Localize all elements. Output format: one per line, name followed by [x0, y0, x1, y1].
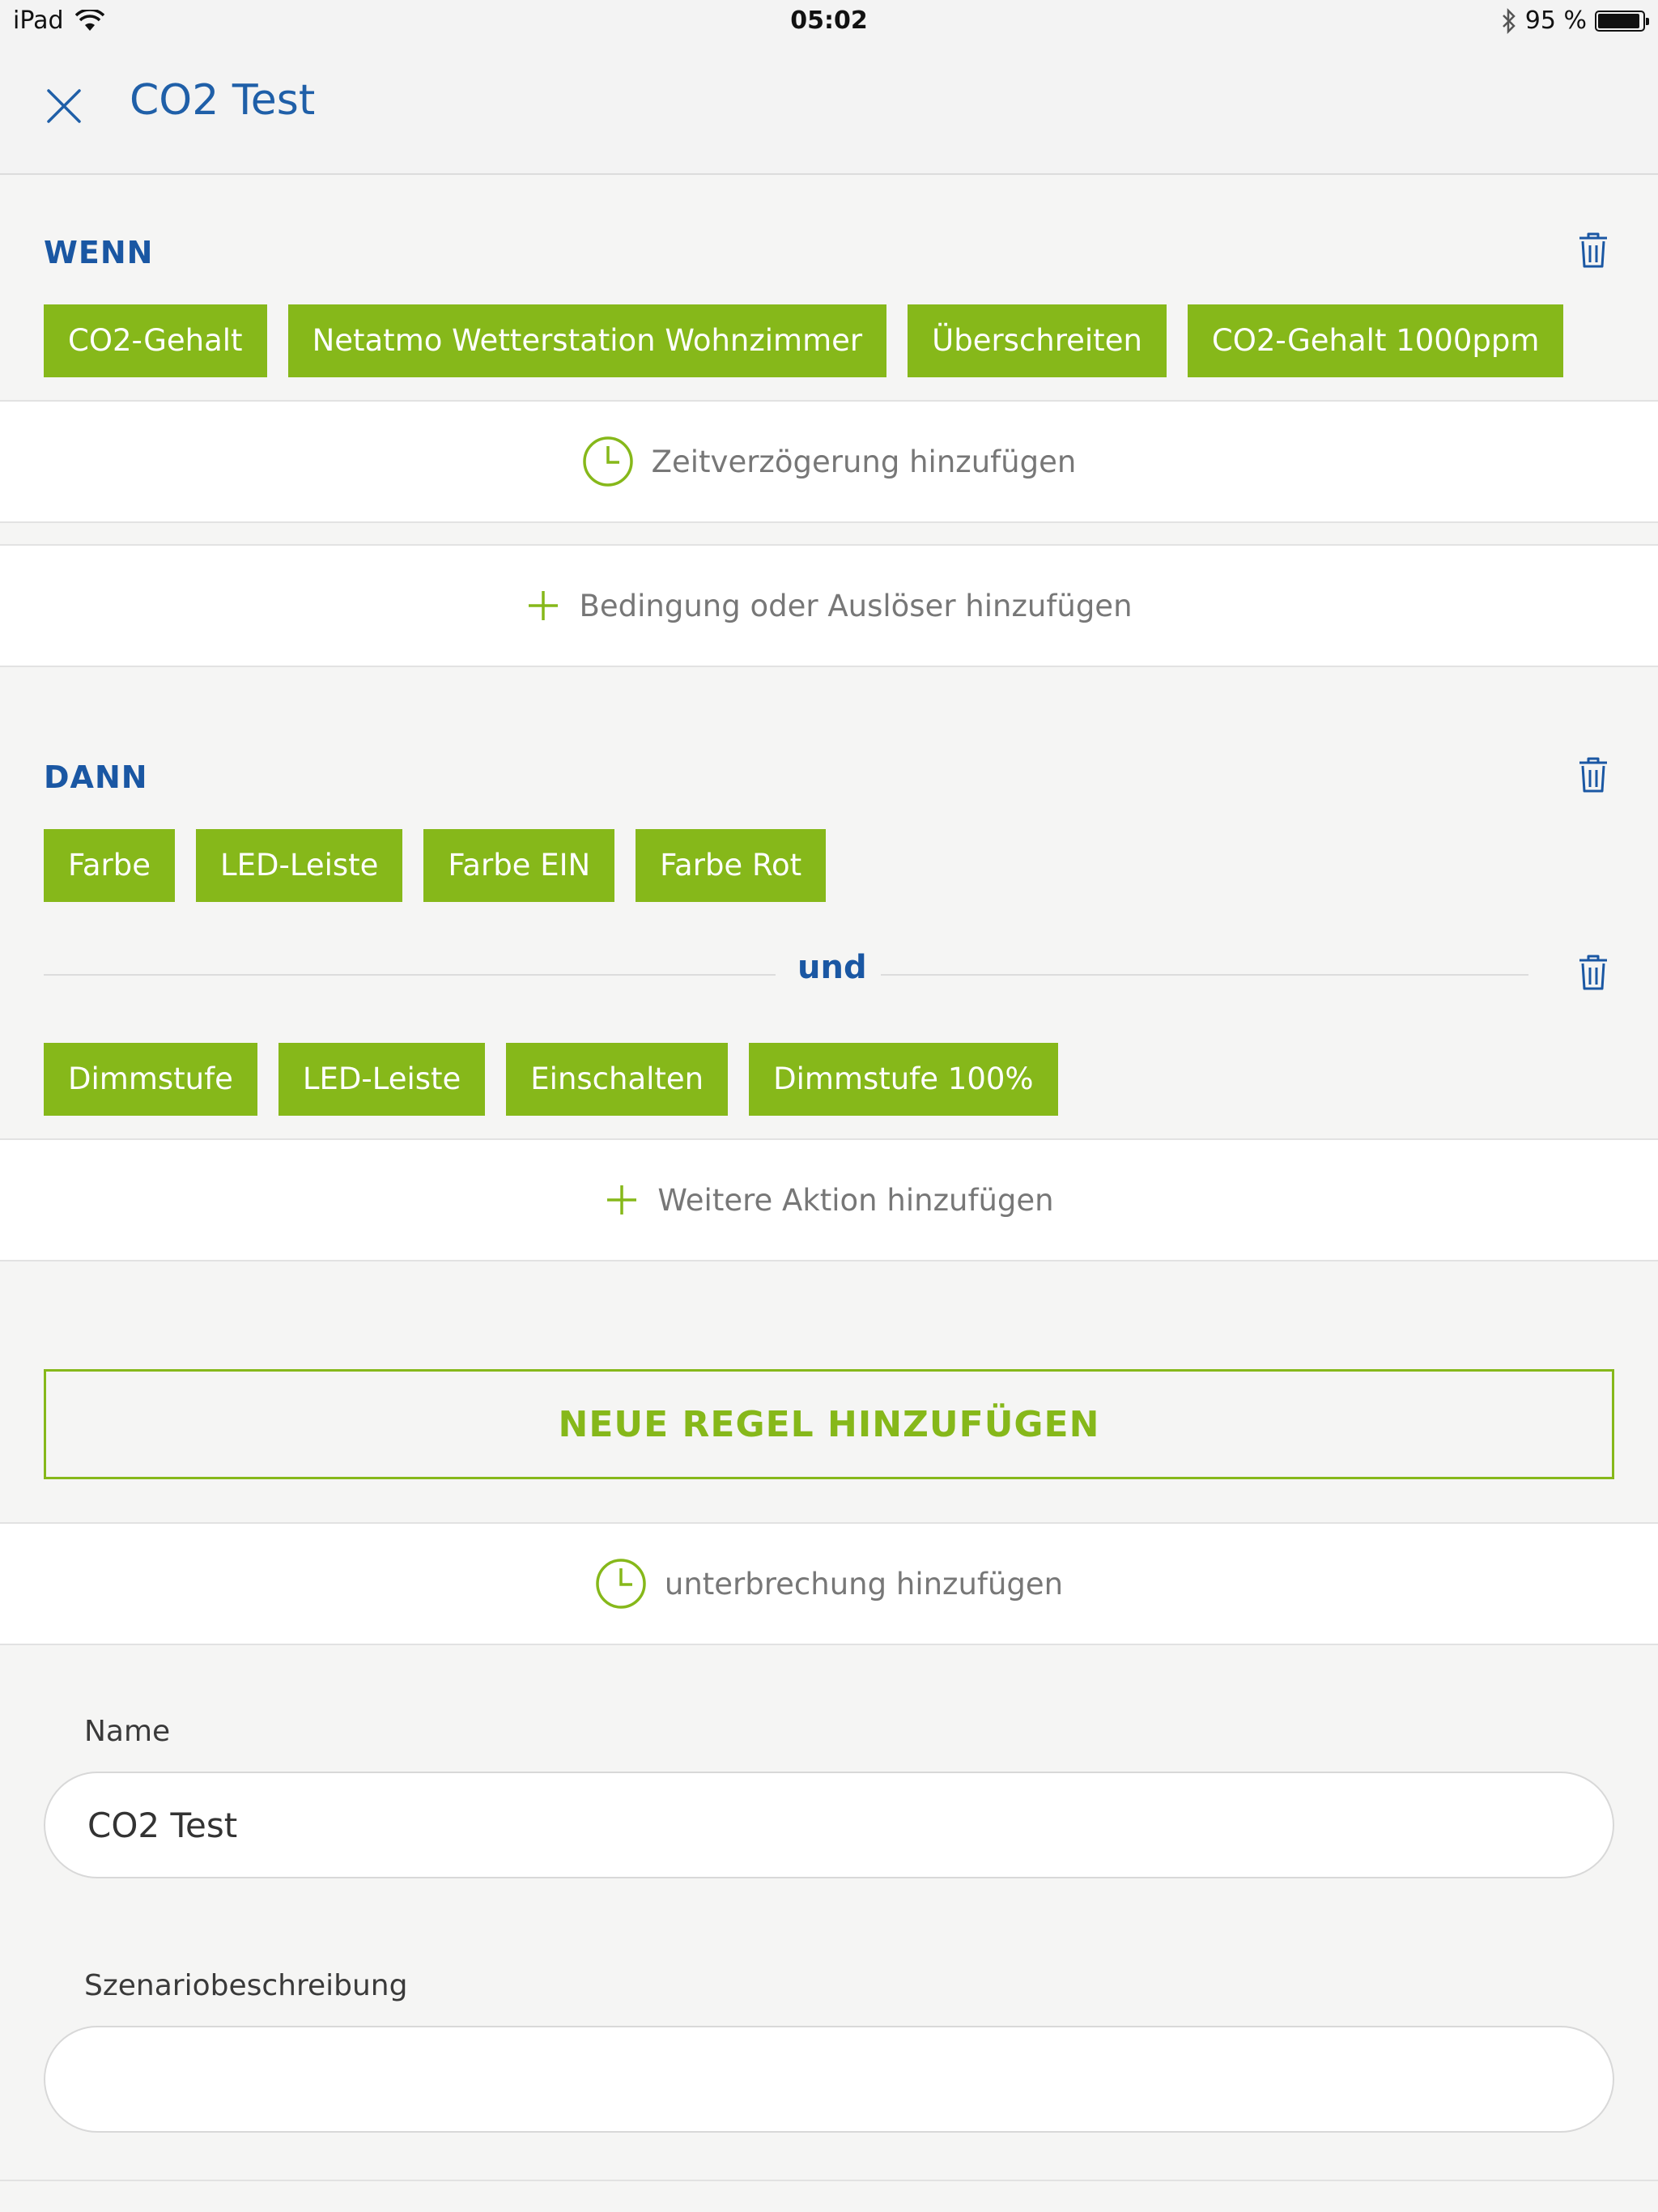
name-field-label: Name	[84, 1715, 171, 1748]
add-condition-button[interactable]: Bedingung oder Auslöser hinzufügen	[0, 544, 1658, 667]
status-bar: iPad 05:02 95 %	[0, 0, 1658, 44]
bluetooth-icon	[1502, 7, 1516, 34]
action-chip-value[interactable]: Farbe Rot	[636, 829, 827, 902]
clock-icon	[596, 1559, 646, 1609]
add-interruption-label: unterbrechung hinzufügen	[664, 1566, 1064, 1602]
page-title: CO2 Test	[130, 76, 316, 125]
clock-icon	[582, 436, 633, 487]
then-section-label: DANN	[44, 759, 148, 795]
if-section-label: WENN	[44, 235, 154, 270]
add-interruption-button[interactable]: unterbrechung hinzufügen	[0, 1522, 1658, 1645]
action-chip-value[interactable]: Dimmstufe 100%	[749, 1043, 1058, 1116]
action-chip-row: Farbe LED-Leiste Farbe EIN Farbe Rot	[44, 829, 827, 902]
trash-icon[interactable]	[1577, 954, 1609, 991]
add-rule-button[interactable]: NEUE REGEL HINZUFÜGEN	[44, 1369, 1614, 1479]
condition-chip-category[interactable]: CO2-Gehalt	[44, 304, 267, 377]
divider	[881, 974, 1528, 976]
name-field[interactable]: CO2 Test	[44, 1772, 1614, 1878]
add-delay-label: Zeitverzögerung hinzufügen	[651, 444, 1077, 479]
action-chip-row: Dimmstufe LED-Leiste Einschalten Dimmstu…	[44, 1043, 1058, 1116]
description-field-label: Szenariobeschreibung	[84, 1969, 408, 2002]
and-connector: und	[797, 949, 867, 986]
action-chip-operation[interactable]: Einschalten	[506, 1043, 729, 1116]
description-field[interactable]	[44, 2026, 1614, 2133]
condition-chip-device[interactable]: Netatmo Wetterstation Wohnzimmer	[287, 304, 887, 377]
action-chip-category[interactable]: Farbe	[44, 829, 176, 902]
divider	[0, 2180, 1658, 2181]
action-chip-operation[interactable]: Farbe EIN	[423, 829, 615, 902]
action-chip-device[interactable]: LED-Leiste	[196, 829, 403, 902]
if-chip-row: CO2-Gehalt Netatmo Wetterstation Wohnzim…	[44, 304, 1564, 377]
plus-icon	[529, 591, 559, 620]
action-chip-category[interactable]: Dimmstufe	[44, 1043, 257, 1116]
trash-icon[interactable]	[1577, 756, 1609, 793]
status-right: 95 %	[1501, 6, 1649, 35]
battery-fill	[1598, 13, 1640, 28]
battery-percent: 95 %	[1524, 6, 1587, 35]
header: CO2 Test	[0, 44, 1658, 175]
close-icon[interactable]	[42, 84, 86, 128]
condition-chip-value[interactable]: CO2-Gehalt 1000ppm	[1187, 304, 1564, 377]
plus-icon	[607, 1185, 637, 1214]
add-action-label: Weitere Aktion hinzufügen	[657, 1182, 1054, 1218]
trash-icon[interactable]	[1577, 232, 1609, 269]
action-chip-device[interactable]: LED-Leiste	[278, 1043, 486, 1116]
status-time: 05:02	[790, 6, 868, 35]
add-action-button[interactable]: Weitere Aktion hinzufügen	[0, 1138, 1658, 1261]
battery-icon	[1595, 10, 1649, 32]
add-delay-button[interactable]: Zeitverzögerung hinzufügen	[0, 400, 1658, 523]
add-condition-label: Bedingung oder Auslöser hinzufügen	[579, 588, 1133, 623]
divider	[44, 974, 776, 976]
condition-chip-operator[interactable]: Überschreiten	[908, 304, 1167, 377]
